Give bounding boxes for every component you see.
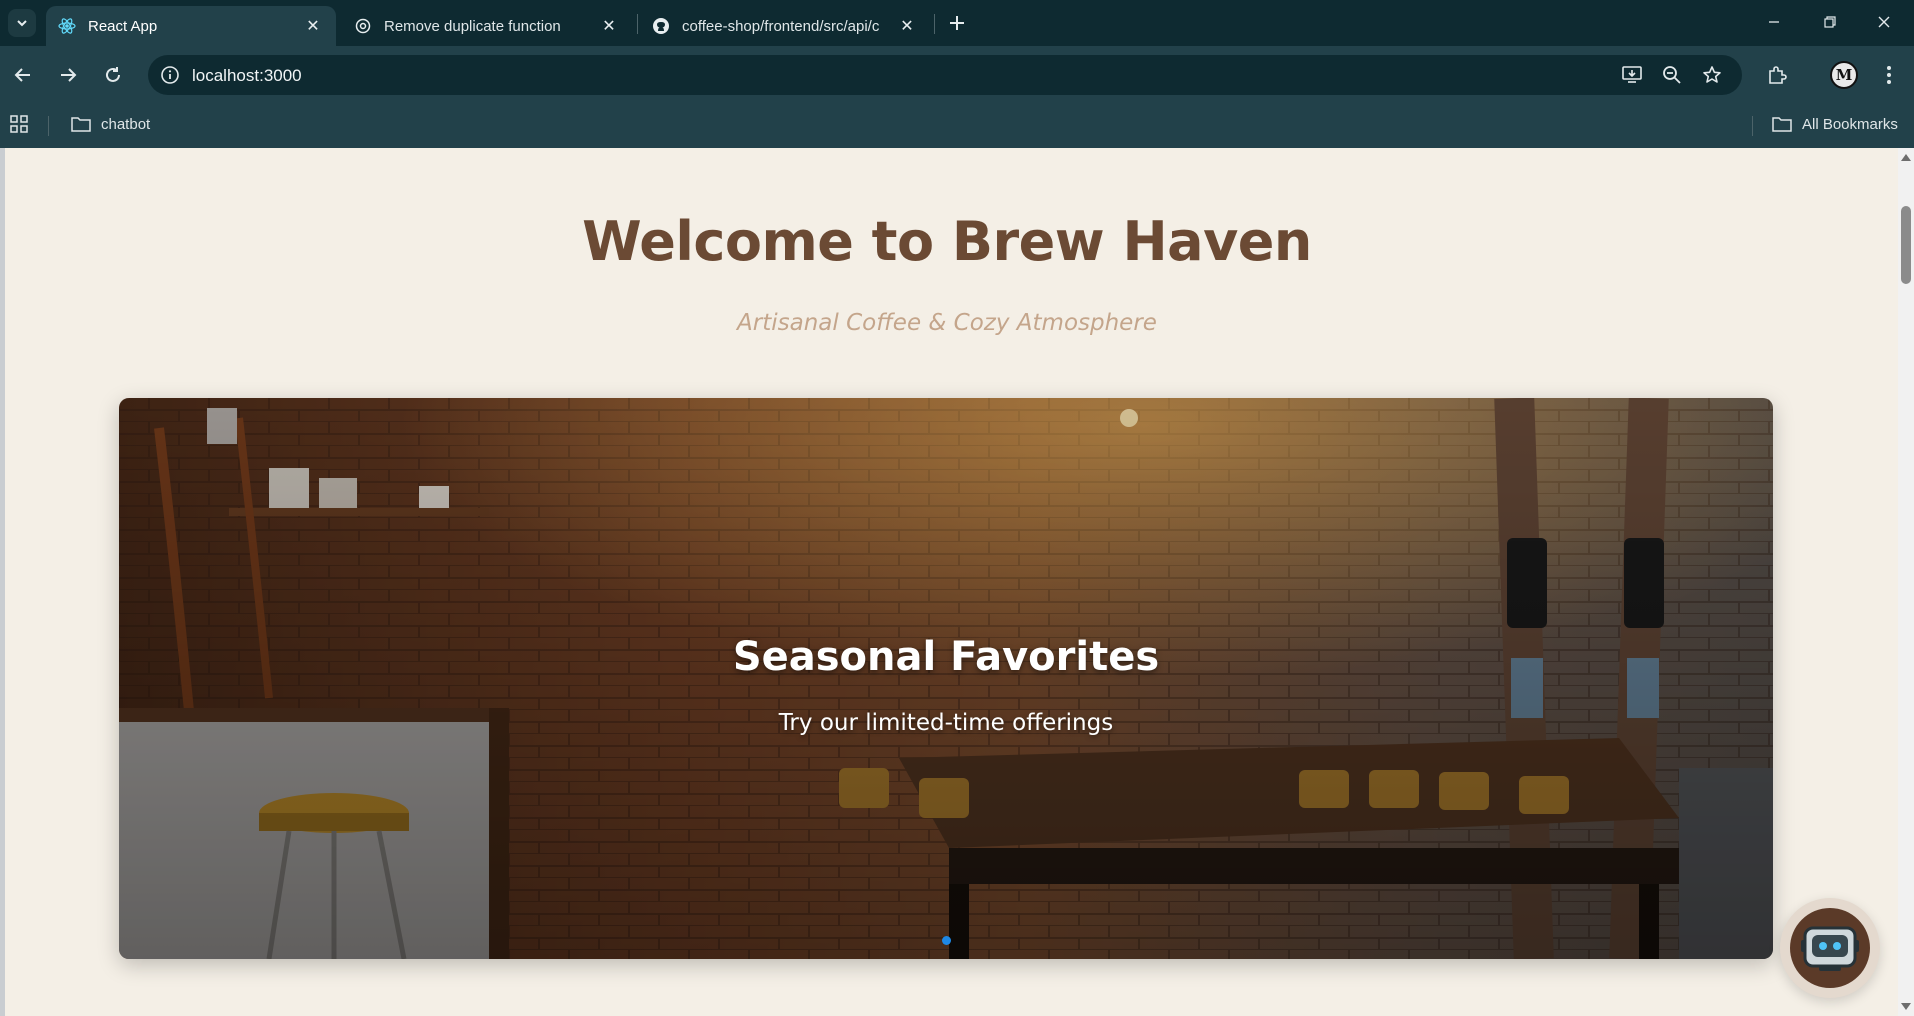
bookmark-star-icon[interactable] (1700, 63, 1724, 87)
tab-remove-duplicate[interactable]: Remove duplicate function ✕ (342, 6, 632, 46)
scroll-thumb[interactable] (1901, 206, 1911, 284)
tab-separator (637, 14, 638, 34)
tab-search-button[interactable] (8, 9, 36, 37)
tab-react-app[interactable]: React App ✕ (46, 6, 336, 46)
tab-title: coffee-shop/frontend/src/api/c (682, 17, 880, 35)
address-text: localhost:3000 (192, 66, 302, 85)
folder-icon (1772, 117, 1792, 132)
apps-grid-icon (10, 115, 28, 133)
bookmark-separator (1752, 116, 1753, 136)
apps-button[interactable] (10, 115, 38, 133)
carousel-dots (119, 936, 1773, 945)
bookmark-folder-chatbot[interactable]: chatbot (71, 115, 150, 133)
chevron-down-icon (17, 20, 27, 27)
close-icon[interactable]: ✕ (598, 15, 620, 37)
extensions-icon[interactable] (1763, 61, 1791, 89)
tab-strip: React App ✕ Remove duplicate function ✕ … (0, 0, 1914, 46)
restore-icon (1824, 16, 1836, 28)
page-subtitle: Artisanal Coffee & Cozy Atmosphere (737, 310, 1157, 336)
reload-icon (106, 67, 120, 82)
hero-carousel[interactable]: Seasonal Favorites Try our limited-time … (119, 398, 1773, 959)
chatbot-avatar (1790, 908, 1870, 988)
page-viewport: Welcome to Brew Haven Artisanal Coffee &… (0, 148, 1914, 1016)
react-icon (58, 17, 76, 35)
tab-github[interactable]: coffee-shop/frontend/src/api/c ✕ (640, 6, 930, 46)
close-window-button[interactable] (1862, 6, 1906, 38)
forward-button[interactable] (53, 60, 83, 90)
close-icon (1878, 16, 1890, 28)
new-tab-button[interactable] (944, 10, 970, 36)
page-scrollbar[interactable] (1898, 148, 1914, 1016)
menu-dots-icon[interactable] (1875, 61, 1903, 89)
close-icon[interactable]: ✕ (302, 15, 324, 37)
github-icon (652, 17, 670, 35)
slide-text: Try our limited-time offerings (778, 710, 1114, 736)
bookmarks-bar: chatbot All Bookmarks (0, 104, 1914, 148)
openai-icon (354, 17, 372, 35)
folder-icon (71, 117, 91, 132)
browser-toolbar: localhost:3000 M (0, 46, 1914, 104)
reload-button[interactable] (98, 60, 128, 90)
tab-title: React App (88, 17, 158, 35)
slide-title: Seasonal Favorites (732, 634, 1160, 680)
tab-title: Remove duplicate function (384, 17, 561, 35)
back-button[interactable] (8, 60, 38, 90)
scroll-down-arrow[interactable] (1901, 1003, 1911, 1010)
carousel-dot[interactable] (941, 936, 951, 945)
bookmark-separator (48, 116, 49, 136)
chatbot-button[interactable] (1780, 898, 1880, 998)
install-app-icon[interactable] (1620, 63, 1644, 87)
arrow-right-icon (61, 68, 77, 82)
site-info-icon[interactable] (158, 63, 182, 87)
robot-icon (1801, 926, 1859, 971)
bookmark-label: All Bookmarks (1802, 115, 1898, 133)
restore-button[interactable] (1808, 6, 1852, 38)
tab-separator (934, 14, 935, 34)
profile-avatar[interactable]: M (1830, 61, 1858, 89)
arrow-left-icon (14, 68, 30, 82)
scroll-up-arrow[interactable] (1901, 154, 1911, 161)
address-bar[interactable]: localhost:3000 (148, 55, 1742, 95)
page-title: Welcome to Brew Haven (582, 210, 1312, 273)
plus-icon (950, 16, 964, 30)
zoom-icon[interactable] (1660, 63, 1684, 87)
bookmark-label: chatbot (101, 115, 151, 133)
minimize-icon (1769, 21, 1779, 23)
all-bookmarks-button[interactable]: All Bookmarks (1772, 115, 1898, 133)
close-icon[interactable]: ✕ (896, 15, 918, 37)
window-edge (0, 148, 5, 1016)
minimize-button[interactable] (1752, 6, 1796, 38)
